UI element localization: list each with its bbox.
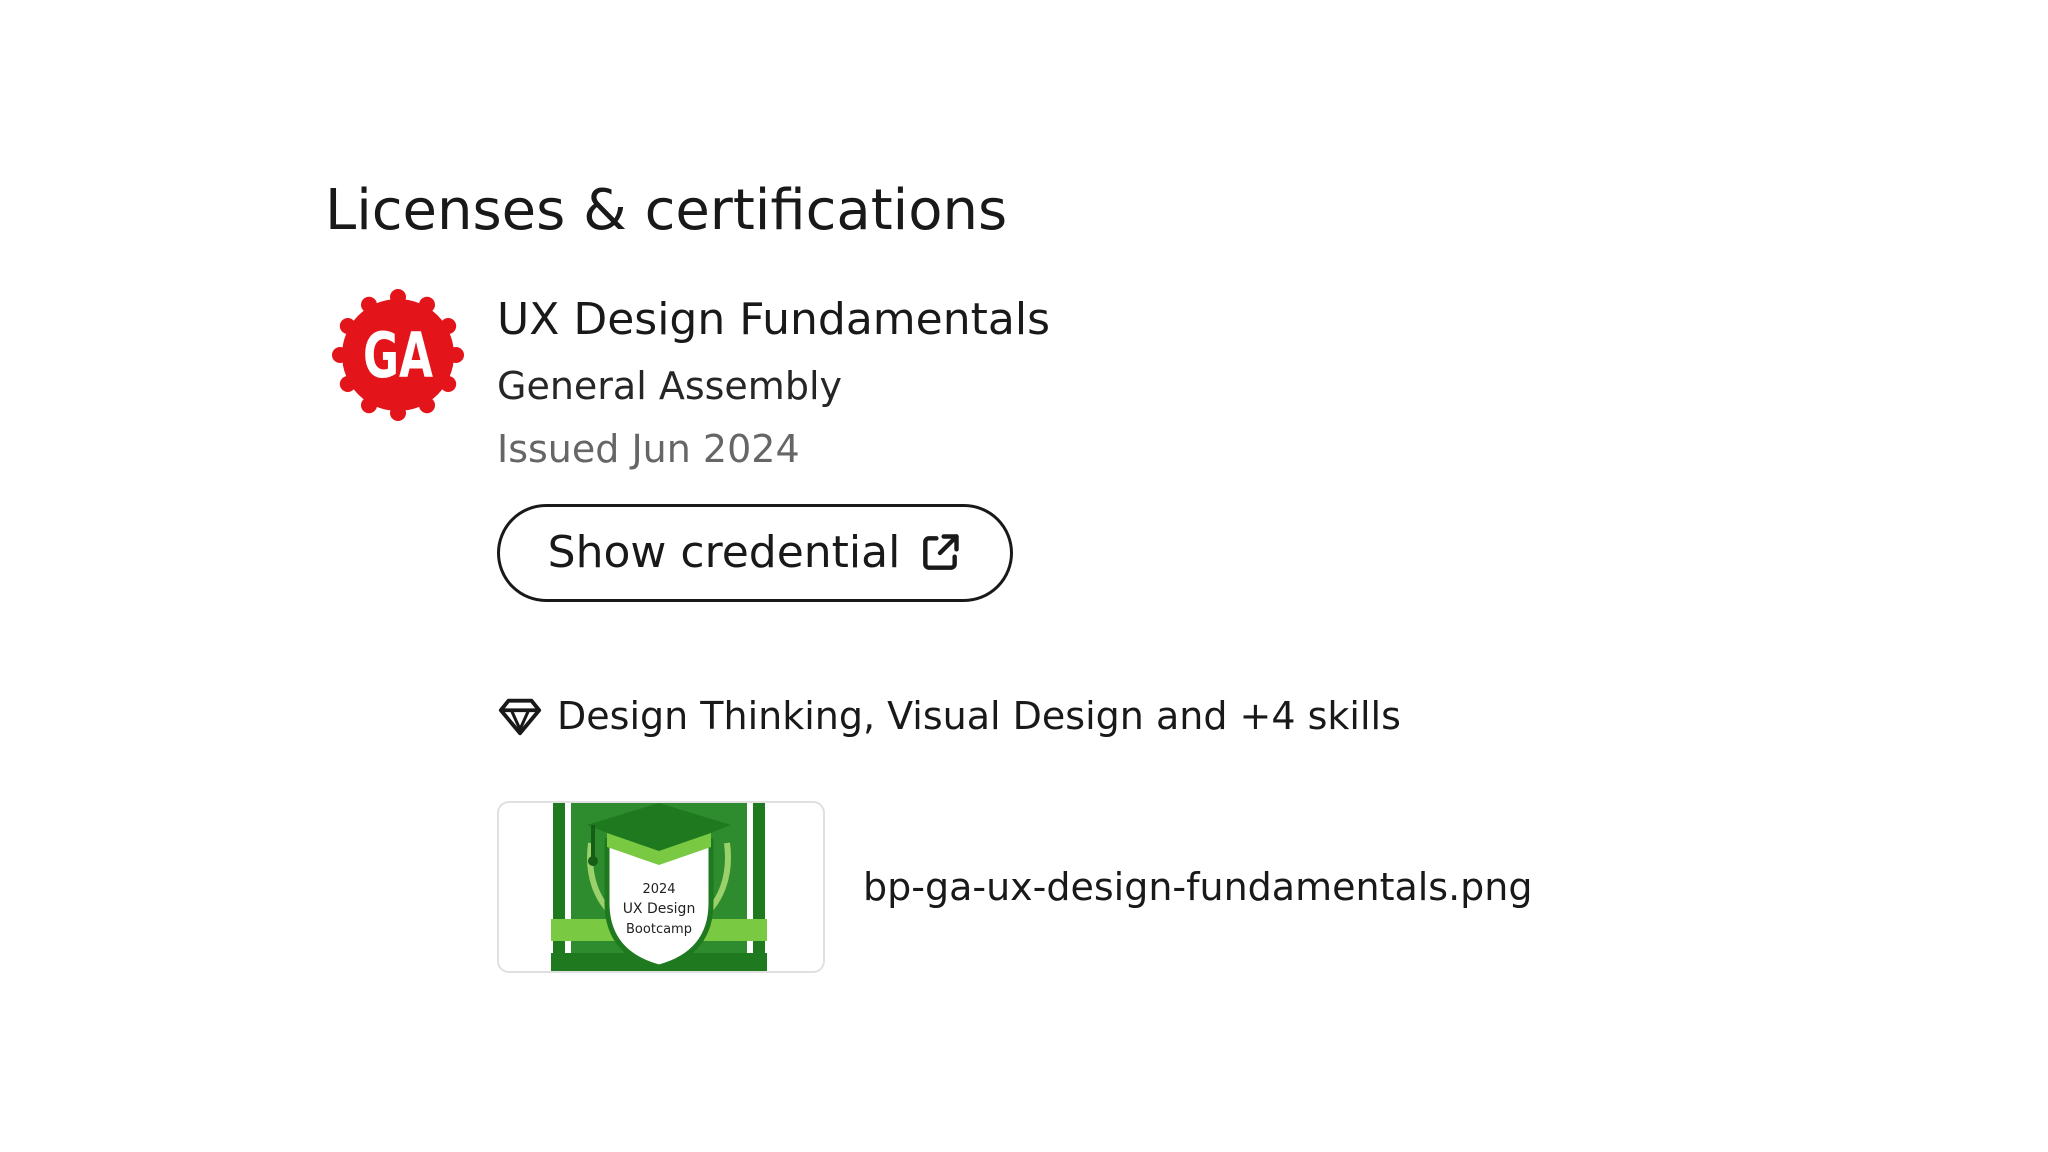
logo-text: GA xyxy=(363,319,433,392)
skills-link[interactable]: Design Thinking, Visual Design and +4 sk… xyxy=(497,690,1401,742)
badge-line-2: Bootcamp xyxy=(626,922,692,937)
skills-text: Design Thinking, Visual Design and +4 sk… xyxy=(557,694,1401,738)
licenses-certifications-section: Licenses & certifications GA UX Design F… xyxy=(0,0,2048,1152)
badge-line-1: UX Design xyxy=(623,901,696,917)
media-attachment[interactable]: 2024 UX Design Bootcamp bp-ga-ux-design-… xyxy=(497,801,1533,973)
media-filename: bp-ga-ux-design-fundamentals.png xyxy=(863,865,1533,909)
media-thumbnail[interactable]: 2024 UX Design Bootcamp xyxy=(497,801,825,973)
show-credential-label: Show credential xyxy=(547,527,901,578)
certification-issued-date: Issued Jun 2024 xyxy=(497,427,800,471)
certification-issuer: General Assembly xyxy=(497,364,842,408)
certification-name: UX Design Fundamentals xyxy=(497,294,1050,345)
diamond-icon xyxy=(498,698,542,736)
badge-year: 2024 xyxy=(642,882,675,897)
show-credential-button[interactable]: Show credential xyxy=(497,504,1013,602)
general-assembly-logo[interactable]: GA xyxy=(331,288,465,422)
certificate-badge-image: 2024 UX Design Bootcamp xyxy=(551,803,767,971)
section-title: Licenses & certifications xyxy=(325,178,1008,243)
external-link-icon xyxy=(923,534,960,570)
